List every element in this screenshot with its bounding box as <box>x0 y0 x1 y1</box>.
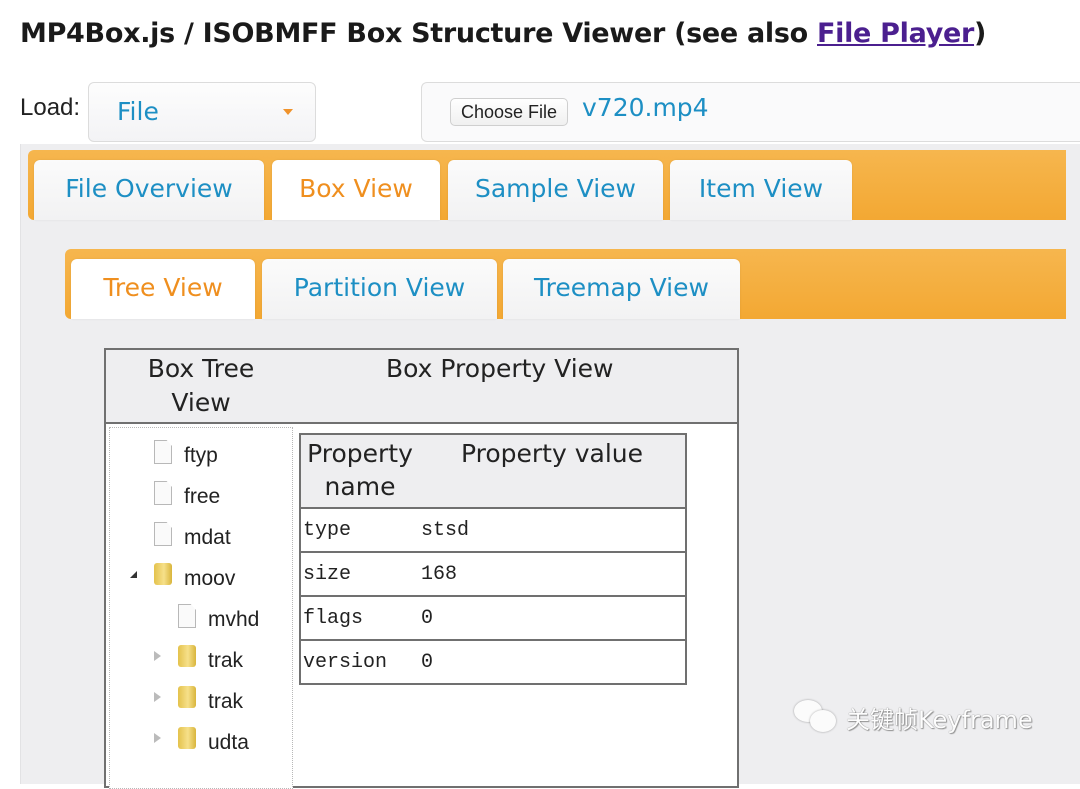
folder-icon <box>178 727 196 749</box>
expand-triangle-icon[interactable] <box>154 733 161 743</box>
file-icon <box>154 522 172 546</box>
sub-tab-bar: Tree View Partition View Treemap View <box>65 249 1066 319</box>
file-player-link[interactable]: File Player <box>817 18 974 49</box>
table-row: size 168 <box>300 552 686 597</box>
tab-item-view[interactable]: Item View <box>670 160 852 220</box>
watermark: 关键帧Keyframe <box>794 697 1033 737</box>
property-name-header: Property name <box>300 434 419 509</box>
property-name: version <box>300 640 419 684</box>
property-value-header: Property value <box>419 434 686 509</box>
property-name: flags <box>300 596 419 641</box>
tab-partition-view[interactable]: Partition View <box>262 259 497 319</box>
property-table: Property name Property value type stsd s… <box>299 433 687 685</box>
table-row: flags 0 <box>300 596 686 641</box>
property-value: stsd <box>419 508 686 553</box>
collapse-triangle-icon[interactable] <box>130 571 137 578</box>
folder-icon <box>178 645 196 667</box>
load-source-value: File <box>117 97 159 126</box>
selected-file-name: v720.mp4 <box>582 93 709 122</box>
wechat-icon <box>794 698 842 736</box>
property-name: type <box>300 508 419 553</box>
chevron-down-icon <box>283 109 293 115</box>
file-icon <box>154 440 172 464</box>
tab-treemap-view[interactable]: Treemap View <box>503 259 740 319</box>
box-tree: ftyp free mdat moov mvhd trak trak udta <box>109 427 293 789</box>
property-value: 0 <box>419 596 686 641</box>
property-value: 0 <box>419 640 686 684</box>
load-source-select[interactable]: File <box>88 82 316 142</box>
file-icon <box>178 604 196 628</box>
box-tree-view-header: Box Tree View <box>147 354 255 417</box>
file-icon <box>154 481 172 505</box>
expand-triangle-icon[interactable] <box>154 692 161 702</box>
page-title: MP4Box.js / ISOBMFF Box Structure Viewer… <box>20 18 987 49</box>
main-tab-bar: File Overview Box View Sample View Item … <box>28 150 1066 220</box>
table-row: type stsd <box>300 508 686 553</box>
box-property-view-header: Box Property View <box>386 354 614 383</box>
property-name: size <box>300 552 419 597</box>
folder-icon <box>178 686 196 708</box>
expand-triangle-icon[interactable] <box>154 651 161 661</box>
folder-icon <box>154 563 172 585</box>
file-input-container: Choose File v720.mp4 <box>421 82 1080 142</box>
tab-box-view[interactable]: Box View <box>272 160 440 220</box>
tab-sample-view[interactable]: Sample View <box>448 160 663 220</box>
main-panel: File Overview Box View Sample View Item … <box>20 144 1080 789</box>
watermark-text: 关键帧Keyframe <box>846 705 1033 734</box>
tab-file-overview[interactable]: File Overview <box>34 160 264 220</box>
property-value: 168 <box>419 552 686 597</box>
choose-file-button[interactable]: Choose File <box>450 98 569 126</box>
box-structure-table: Box Tree View Box Property View ftyp fre… <box>104 348 739 789</box>
table-row: version 0 <box>300 640 686 684</box>
tab-tree-view[interactable]: Tree View <box>71 259 255 319</box>
box-table-header: Box Tree View Box Property View <box>106 350 737 424</box>
load-label: Load: <box>20 94 81 121</box>
